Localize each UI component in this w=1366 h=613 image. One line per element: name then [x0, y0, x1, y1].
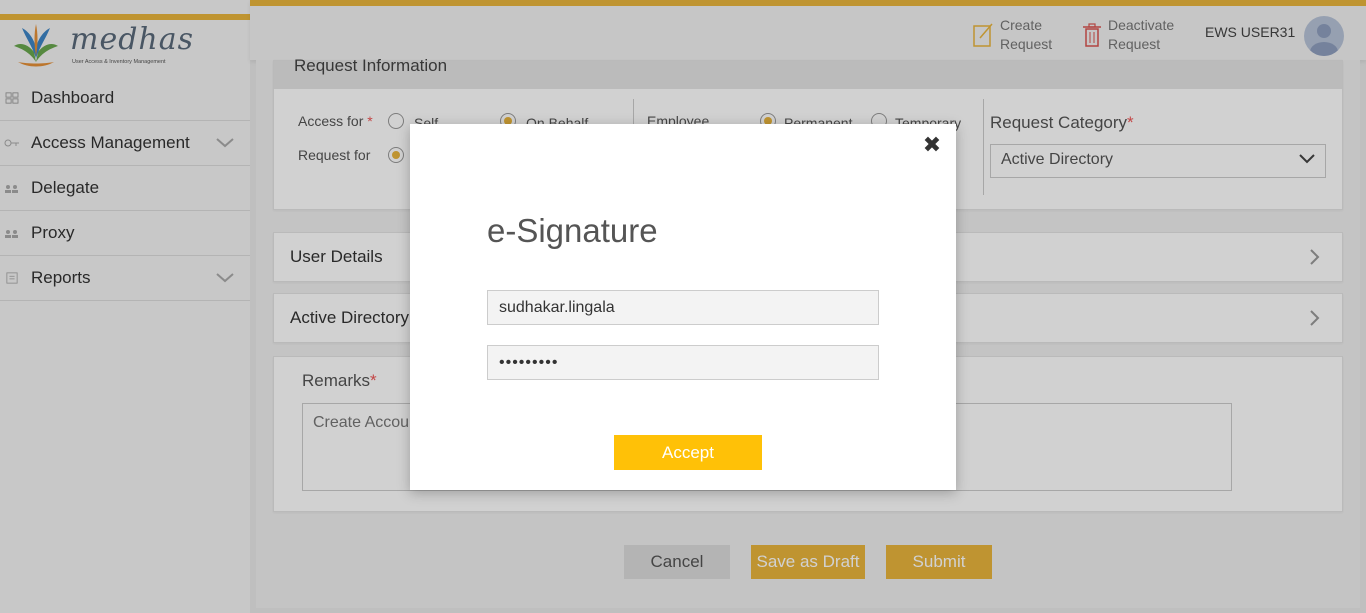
modal-title: e-Signature	[487, 212, 658, 249]
username-field[interactable]	[487, 290, 879, 325]
e-signature-modal: ✖ e-Signature Accept	[410, 124, 956, 490]
accept-button[interactable]: Accept	[614, 435, 762, 470]
close-icon[interactable]: ✖	[922, 135, 942, 157]
password-field[interactable]	[487, 345, 879, 380]
